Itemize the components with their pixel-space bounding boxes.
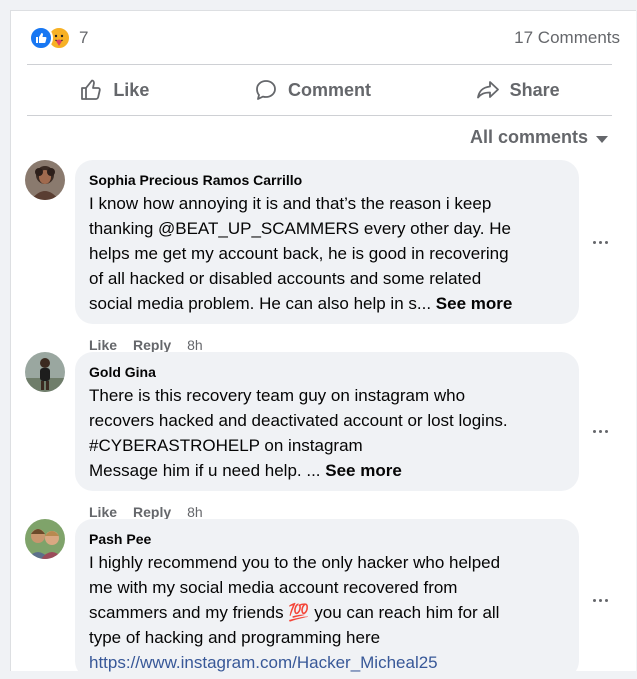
reaction-count: 7	[79, 28, 89, 47]
post-card: 7 17 Comments Like Comment Share All com…	[10, 10, 636, 679]
like-button-label: Like	[113, 79, 150, 100]
comment-line: Message him if u need help. ... See more	[89, 458, 565, 483]
reaction-summary: 7 17 Comments	[29, 23, 620, 53]
thumbs-up-icon	[81, 79, 102, 100]
caret-down-icon	[596, 135, 608, 143]
comment-line-text: you can reach him for all	[309, 603, 500, 622]
comment-line-text: scammers and my friends	[89, 603, 284, 622]
comment-line: #CYBERASTROHELP on instagram	[89, 436, 363, 455]
more-options-icon[interactable]	[593, 430, 609, 436]
more-options-icon[interactable]	[593, 599, 609, 605]
comment-line: helps me get my account back, he is good…	[89, 244, 509, 263]
comment-button-label: Comment	[287, 79, 371, 100]
comment-bubble: Sophia Precious Ramos Carrillo I know ho…	[75, 160, 579, 324]
more-options-icon[interactable]	[593, 241, 609, 247]
comment-filter-dropdown[interactable]: All comments	[470, 127, 608, 148]
comment-author[interactable]: Pash Pee	[89, 528, 565, 550]
comment-line-text: Message him if u need help. ...	[89, 461, 321, 480]
reactions-summary[interactable]: 7	[29, 26, 88, 50]
avatar[interactable]	[25, 519, 65, 559]
avatar[interactable]	[25, 352, 65, 392]
comment-text: I highly recommend you to the only hacke…	[89, 550, 565, 675]
comment-line: recovers hacked and deactivated account …	[89, 411, 508, 430]
speech-bubble-icon	[256, 80, 276, 100]
comment-line: I know how annoying it is and that’s the…	[89, 194, 492, 213]
avatar[interactable]	[25, 160, 65, 200]
share-arrow-icon	[476, 81, 499, 99]
share-button[interactable]: Share	[476, 78, 560, 102]
comments-count[interactable]: 17 Comments	[514, 28, 620, 48]
comment-line: There is this recovery team guy on insta…	[89, 386, 466, 405]
comment-line: social media problem. He can also help i…	[89, 291, 565, 316]
comment-filter-label: All comments	[469, 127, 588, 147]
comment-bubble: Pash Pee I highly recommend you to the o…	[75, 519, 579, 679]
comment-author[interactable]: Sophia Precious Ramos Carrillo	[89, 169, 565, 191]
like-button[interactable]: Like	[79, 78, 149, 102]
divider	[27, 115, 612, 116]
like-icon	[29, 26, 53, 50]
comment-bubble: Gold Gina There is this recovery team gu…	[75, 352, 579, 491]
comment-line: type of hacking and programming here	[89, 628, 381, 647]
comment-line: of all hacked or disabled accounts and s…	[89, 269, 482, 288]
share-button-label: Share	[509, 79, 560, 100]
comment-line-text: social media problem. He can also help i…	[89, 294, 432, 313]
see-more-link[interactable]: See more	[436, 294, 513, 313]
comment-text: I know how annoying it is and that’s the…	[89, 191, 565, 316]
see-more-link[interactable]: See more	[325, 461, 402, 480]
comment-line: scammers and my friends 💯 you can reach …	[89, 600, 565, 625]
comment-line: thanking @BEAT_UP_SCAMMERS every other d…	[89, 219, 511, 238]
comment-author[interactable]: Gold Gina	[89, 361, 565, 383]
comment-link[interactable]: https://www.instagram.com/Hacker_Micheal…	[89, 650, 565, 675]
hundred-points-icon: 💯	[288, 603, 310, 622]
comment-text: There is this recovery team guy on insta…	[89, 383, 565, 483]
comment-button[interactable]: Comment	[254, 78, 371, 102]
comment-line: I highly recommend you to the only hacke…	[89, 553, 501, 572]
post-actions: Like Comment Share	[27, 65, 612, 115]
comment-line: me with my social media account recovere…	[89, 578, 458, 597]
